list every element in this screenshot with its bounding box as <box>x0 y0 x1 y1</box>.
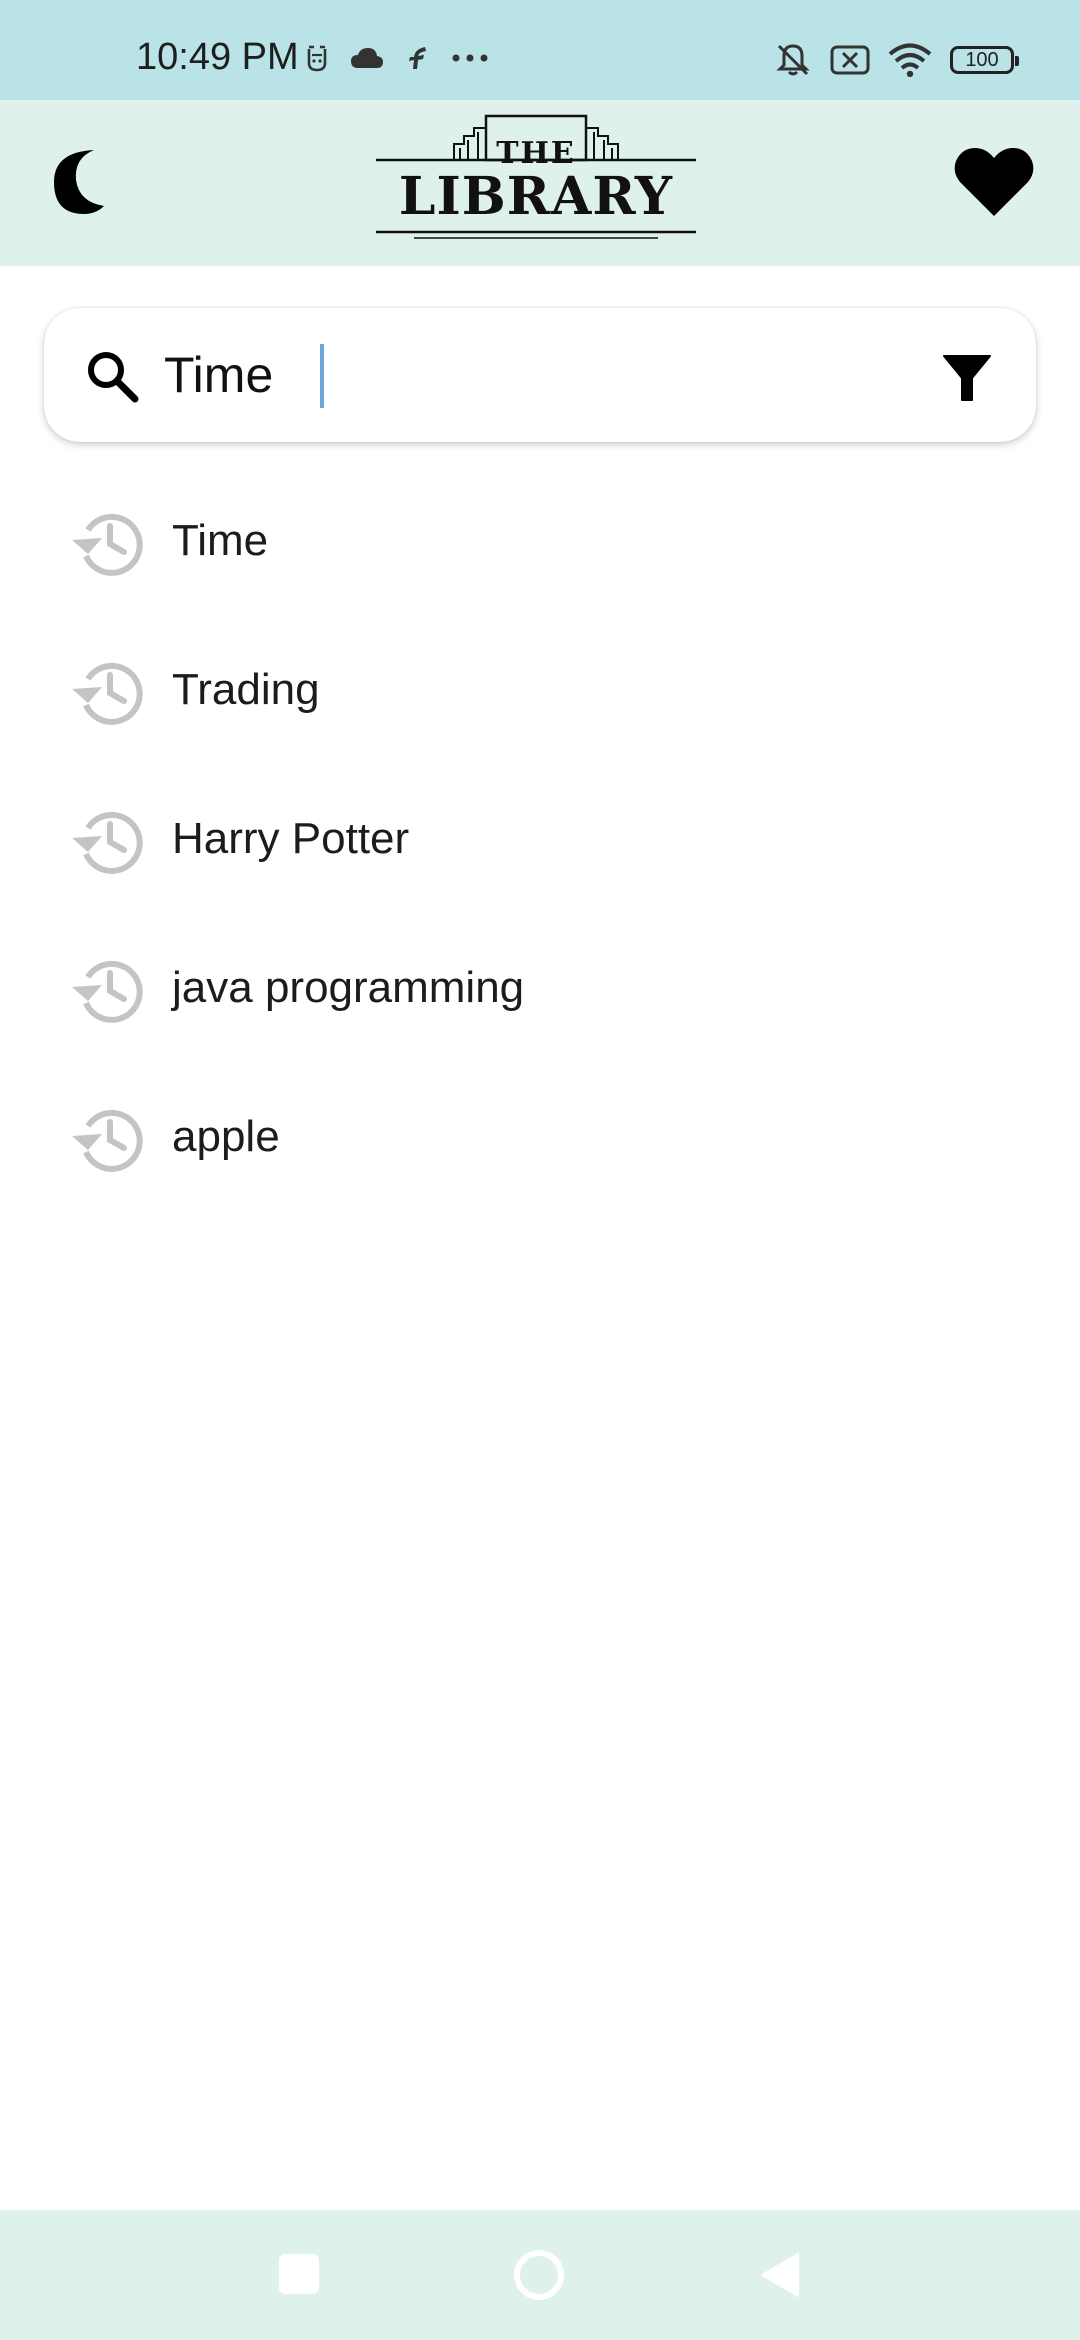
history-item[interactable]: Time <box>0 466 1080 615</box>
history-item-label: java programming <box>172 963 525 1012</box>
history-item-label: apple <box>172 1112 280 1161</box>
recent-apps-button[interactable] <box>279 2254 319 2294</box>
back-button[interactable] <box>760 2252 800 2298</box>
history-item[interactable]: apple <box>0 1062 1080 1211</box>
history-icon <box>72 1109 143 1172</box>
search-input[interactable] <box>164 336 924 414</box>
search-icon[interactable] <box>84 348 140 404</box>
more-dots-icon <box>452 54 488 62</box>
history-item[interactable]: java programming <box>0 913 1080 1062</box>
status-time: 10:49 PM <box>136 36 299 78</box>
app-logo: THE LIBRARY <box>374 114 698 242</box>
wifi-icon <box>888 43 932 77</box>
logo-text-library: LIBRARY <box>398 166 674 227</box>
moon-icon[interactable] <box>48 144 124 220</box>
bell-off-icon <box>776 44 810 76</box>
system-nav-bar <box>0 2210 1080 2340</box>
no-sim-icon <box>830 45 870 75</box>
history-icon <box>72 662 143 725</box>
bolt-icon <box>409 47 426 69</box>
app-bar: THE LIBRARY <box>0 100 1080 266</box>
battery-level: 100 <box>965 48 999 71</box>
battery-icon: 100 <box>950 46 1019 74</box>
search-bar[interactable] <box>44 308 1036 442</box>
home-button[interactable] <box>512 2248 566 2302</box>
history-icon <box>72 960 143 1023</box>
status-left-icons <box>305 40 489 76</box>
history-item-label: Trading <box>172 665 320 714</box>
history-icon <box>72 811 143 874</box>
history-item-label: Time <box>172 516 269 565</box>
search-history-list: Time Trading Harry Potter java programmi… <box>0 466 1080 1211</box>
history-item-label: Harry Potter <box>172 814 410 863</box>
filter-icon[interactable] <box>942 354 992 404</box>
history-item[interactable]: Trading <box>0 615 1080 764</box>
heart-icon[interactable] <box>952 144 1036 220</box>
history-item[interactable]: Harry Potter <box>0 764 1080 913</box>
text-caret <box>320 344 324 408</box>
history-icon <box>72 513 143 576</box>
status-right-icons: 100 <box>774 40 1019 80</box>
status-bar: 10:49 PM 100 <box>0 0 1080 100</box>
cloud-icon <box>351 48 383 68</box>
face-icon <box>307 45 327 72</box>
